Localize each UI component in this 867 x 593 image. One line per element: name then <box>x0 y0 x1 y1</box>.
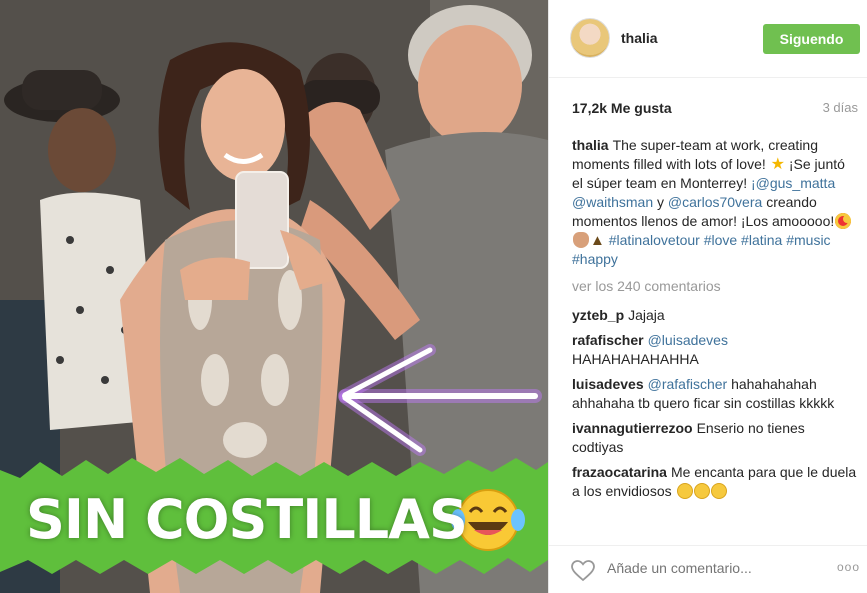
comment-item: rafafischer @luisadeves HAHAHAHAHAHHA <box>572 331 858 369</box>
mention-carlos70vera[interactable]: @carlos70vera <box>668 194 762 210</box>
caption-author[interactable]: thalia <box>572 137 609 153</box>
comment-item: yzteb_p Jajaja <box>572 306 858 325</box>
star-emoji: ★ <box>770 156 785 173</box>
clap-emoji <box>573 232 589 248</box>
laughing-tears-emoji <box>693 483 710 499</box>
post-sidebar: thalia Siguendo 17,2k Me gusta 3 días th… <box>548 0 867 593</box>
heart-icon[interactable] <box>571 560 595 582</box>
following-button[interactable]: Siguendo <box>763 24 860 54</box>
heart-eyes-emoji <box>835 213 852 229</box>
post-stats: 17,2k Me gusta 3 días <box>549 78 867 134</box>
comment-author[interactable]: yzteb_p <box>572 307 624 323</box>
comments-list[interactable]: thalia The super-team at work, creating m… <box>572 136 858 534</box>
post-caption: thalia The super-team at work, creating m… <box>572 136 858 269</box>
mention-waithsman[interactable]: @waithsman <box>572 194 653 210</box>
caption-hashtags[interactable]: #latinalovetour #love #latina #music #ha… <box>572 232 831 267</box>
post-time[interactable]: 3 días <box>823 100 858 115</box>
avatar[interactable] <box>570 18 610 58</box>
mention-gus-matta[interactable]: ¡@gus_matta <box>751 175 835 191</box>
comment-text: HAHAHAHAHAHHA <box>572 351 699 367</box>
comment-author[interactable]: frazaocatarina <box>572 464 667 480</box>
comment-author[interactable]: luisadeves <box>572 376 644 392</box>
laughing-tears-emoji <box>710 483 727 499</box>
add-comment-input[interactable] <box>607 560 807 576</box>
caption-and: y <box>657 194 665 210</box>
comment-author[interactable]: rafafischer <box>572 332 644 348</box>
laughing-tears-emoji <box>676 483 693 499</box>
comment-item: frazaocatarina Me encanta para que le due… <box>572 463 858 501</box>
comment-mention[interactable]: @luisadeves <box>648 332 728 348</box>
comment-text: Jajaja <box>628 307 665 323</box>
likes-count[interactable]: 17,2k Me gusta <box>572 100 672 116</box>
comment-author[interactable]: ivannagutierrezoo <box>572 420 693 436</box>
comment-item: ivannagutierrezoo Enserio no tienes codti… <box>572 419 858 457</box>
comment-mention[interactable]: @rafafischer <box>648 376 728 392</box>
post-photo[interactable]: SIN COSTILLAS <box>0 0 548 593</box>
more-options-icon[interactable]: ooo <box>837 560 860 574</box>
party-popper-emoji: ▲ <box>590 232 605 249</box>
view-all-comments-link[interactable]: ver los 240 comentarios <box>572 277 858 296</box>
comment-footer: ooo <box>549 545 867 593</box>
comment-item: luisadeves @rafafischer hahahahahah ahhah… <box>572 375 858 413</box>
post-header: thalia Siguendo <box>549 0 867 78</box>
photo-overlay-text: SIN COSTILLAS <box>26 488 468 551</box>
post-username[interactable]: thalia <box>621 30 658 46</box>
